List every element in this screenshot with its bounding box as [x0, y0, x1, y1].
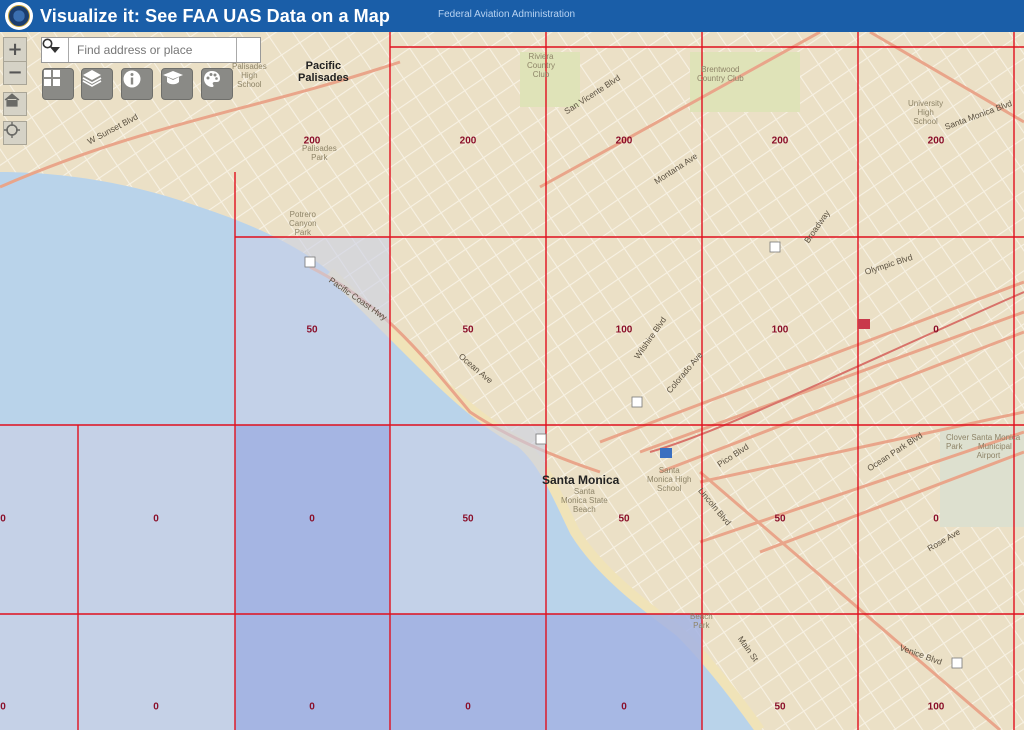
zoom-out-button[interactable]: − — [3, 61, 27, 85]
search-button[interactable] — [42, 38, 260, 62]
grid-cell-value: 50 — [774, 701, 786, 713]
grid-cell-value: 200 — [459, 135, 477, 147]
grid-cell-value: 100 — [927, 701, 945, 713]
app-title: Visualize it: See FAA UAS Data on a Map — [40, 5, 390, 26]
grid-cell-value: 50 — [462, 513, 474, 525]
faa-seal-icon — [5, 2, 33, 30]
about-button[interactable] — [121, 68, 153, 100]
search-icon — [42, 38, 56, 52]
grid-cell-value: 0 — [0, 513, 6, 525]
home-button[interactable] — [3, 92, 27, 116]
app-subtitle: Federal Aviation Administration — [438, 8, 576, 20]
grid-cell-value: 200 — [615, 135, 633, 147]
locate-button[interactable] — [3, 121, 27, 145]
grid-cell-value: 0 — [309, 701, 315, 713]
grid-cell-value: 50 — [462, 324, 474, 336]
app-header: Visualize it: See FAA UAS Data on a Map … — [0, 0, 1024, 32]
bookmarks-button[interactable] — [201, 68, 233, 100]
layers-icon — [82, 70, 102, 87]
grid-cell-value: 0 — [933, 324, 939, 336]
place-label-pacific-palisades: Pacific Palisades — [298, 60, 349, 84]
legend-button[interactable] — [161, 68, 193, 100]
grid-cell-value: 0 — [309, 513, 315, 525]
search-input[interactable] — [69, 38, 236, 62]
grid-cell-value: 200 — [771, 135, 789, 147]
grid-cell-value: 0 — [465, 701, 471, 713]
map-view[interactable]: Pacific Palisades Santa Monica Palisades… — [0, 32, 1024, 730]
grid-icon — [44, 70, 60, 86]
poi-label: Palisades High School — [232, 62, 267, 89]
locate-icon — [4, 122, 20, 138]
grid-cell-value: 0 — [621, 701, 627, 713]
search-box — [41, 37, 261, 63]
grid-cell-value: 0 — [153, 513, 159, 525]
poi-label: Santa Monica High School — [647, 466, 692, 493]
poi-label: Beach Park — [690, 612, 713, 630]
place-label-santa-monica: Santa Monica — [542, 473, 620, 487]
grid-cell-value: 200 — [927, 135, 945, 147]
grid-cell-value: 0 — [153, 701, 159, 713]
grid-cell-value: 0 — [0, 701, 6, 713]
layer-list-button[interactable] — [81, 68, 113, 100]
poi-label: University High School — [908, 99, 944, 126]
grid-cell-value: 50 — [774, 513, 786, 525]
grid-cell-value: 50 — [306, 324, 318, 336]
zoom-in-button[interactable]: + — [3, 37, 27, 61]
info-icon — [123, 70, 141, 88]
poi-label: Palisades Park — [302, 144, 337, 162]
graduation-cap-icon — [163, 71, 183, 85]
poi-label: Potrero Canyon Park — [289, 210, 317, 237]
grid-cell-value: 100 — [615, 324, 633, 336]
basemap-gallery-button[interactable] — [42, 68, 74, 100]
home-icon — [4, 93, 20, 107]
poi-label: Riviera Country Club — [527, 52, 556, 79]
map-canvas[interactable] — [0, 32, 1024, 730]
poi-label: Clover Santa Monica Park Municipal Airpo… — [946, 433, 1021, 460]
poi-label: Brentwood Country Club — [697, 65, 744, 83]
poi-label: Santa Monica State Beach — [561, 487, 608, 514]
grid-cell-value: 100 — [771, 324, 789, 336]
grid-cell-value: 200 — [303, 135, 321, 147]
grid-cell-value: 0 — [933, 513, 939, 525]
grid-cell-value: 50 — [618, 513, 630, 525]
palette-icon — [204, 71, 220, 87]
